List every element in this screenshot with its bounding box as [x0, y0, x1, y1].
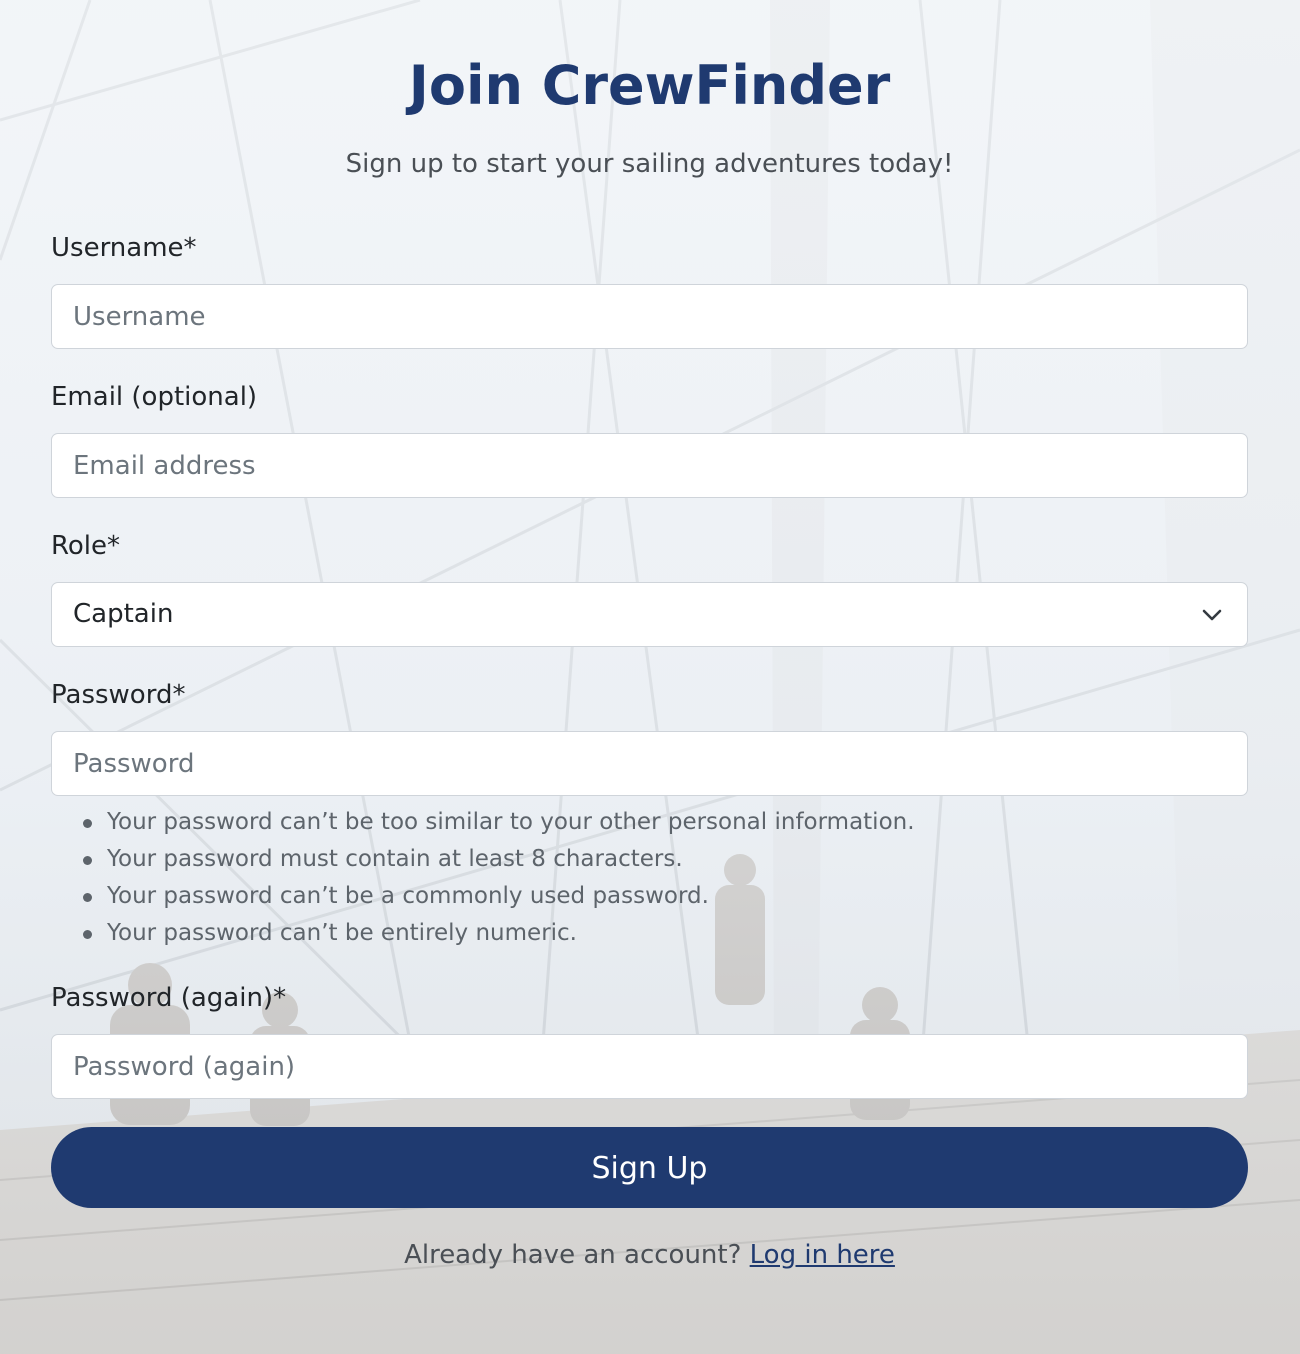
login-prompt: Already have an account? Log in here	[51, 1240, 1248, 1270]
email-input[interactable]	[51, 433, 1248, 498]
password-label: Password*	[51, 680, 186, 710]
password-help-item: Your password can’t be entirely numeric.	[83, 917, 915, 954]
email-label: Email (optional)	[51, 382, 258, 412]
password-input[interactable]	[51, 731, 1248, 796]
password-again-input[interactable]	[51, 1034, 1248, 1099]
chevron-down-icon	[1202, 609, 1222, 621]
password-again-label: Password (again)*	[51, 983, 287, 1013]
password-help-item: Your password can’t be too similar to yo…	[83, 806, 915, 843]
password-help-item: Your password can’t be a commonly used p…	[83, 880, 915, 917]
role-label: Role*	[51, 531, 121, 561]
password-help-item: Your password must contain at least 8 ch…	[83, 843, 915, 880]
username-label: Username*	[51, 233, 197, 263]
username-input[interactable]	[51, 284, 1248, 349]
page-subtitle: Sign up to start your sailing adventures…	[345, 149, 954, 179]
role-selected-value: Captain	[73, 599, 174, 629]
page-title: Join CrewFinder	[408, 54, 891, 117]
sign-up-button[interactable]: Sign Up	[51, 1127, 1248, 1208]
login-link[interactable]: Log in here	[750, 1240, 895, 1270]
role-select[interactable]: Captain	[51, 582, 1248, 647]
login-prompt-text: Already have an account?	[404, 1240, 742, 1270]
password-help-list: Your password can’t be too similar to yo…	[83, 806, 915, 954]
